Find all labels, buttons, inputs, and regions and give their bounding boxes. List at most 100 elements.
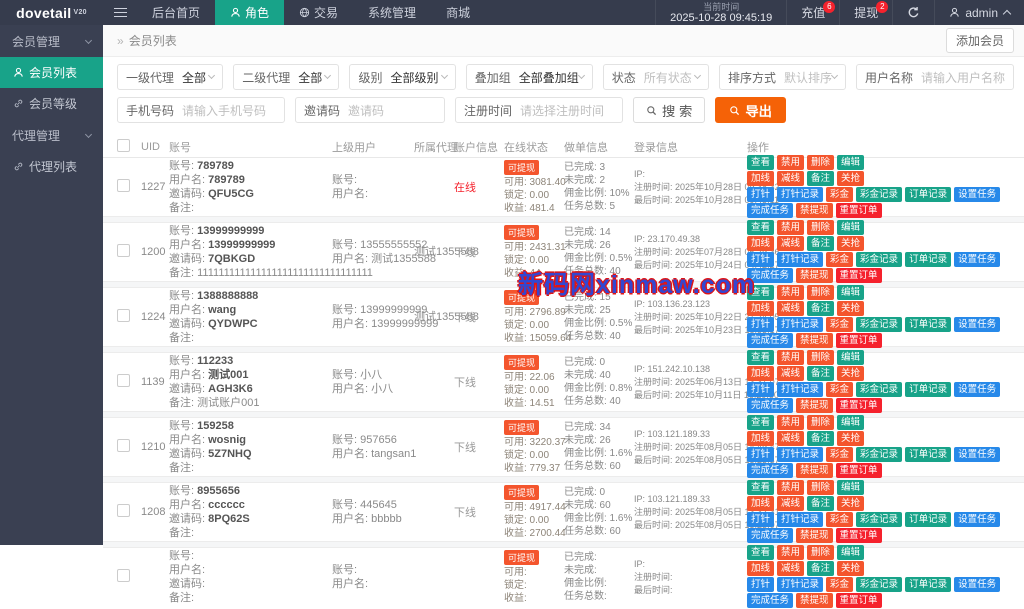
view-button[interactable]: 查看 bbox=[747, 350, 774, 365]
edit-button[interactable]: 编辑 bbox=[837, 285, 864, 300]
reset-order-button[interactable]: 重置订单 bbox=[836, 463, 882, 478]
inject-button[interactable]: 打针 bbox=[747, 317, 774, 332]
edit-button[interactable]: 编辑 bbox=[837, 155, 864, 170]
add-line-button[interactable]: 加线 bbox=[747, 366, 774, 381]
reg-time-input[interactable]: 注册时间请选择注册时间 bbox=[455, 97, 623, 123]
add-line-button[interactable]: 加线 bbox=[747, 301, 774, 316]
delete-button[interactable]: 删除 bbox=[807, 350, 834, 365]
inject-button[interactable]: 打针 bbox=[747, 187, 774, 202]
view-button[interactable]: 查看 bbox=[747, 545, 774, 560]
reset-order-button[interactable]: 重置订单 bbox=[836, 203, 882, 218]
menu-item-system[interactable]: 系统管理 bbox=[353, 0, 431, 25]
add-line-button[interactable]: 加线 bbox=[747, 236, 774, 251]
set-task-button[interactable]: 设置任务 bbox=[954, 447, 1000, 462]
inject-record-button[interactable]: 打针记录 bbox=[777, 187, 823, 202]
inject-button[interactable]: 打针 bbox=[747, 512, 774, 527]
menu-item-mall[interactable]: 商城 bbox=[431, 0, 485, 25]
reduce-line-button[interactable]: 减线 bbox=[777, 496, 804, 511]
bonus-button[interactable]: 彩金 bbox=[826, 187, 853, 202]
close-grab-button[interactable]: 关抢 bbox=[837, 171, 864, 186]
bonus-record-button[interactable]: 彩金记录 bbox=[856, 447, 902, 462]
row-checkbox[interactable] bbox=[117, 374, 130, 387]
reset-order-button[interactable]: 重置订单 bbox=[836, 333, 882, 348]
add-line-button[interactable]: 加线 bbox=[747, 171, 774, 186]
inject-record-button[interactable]: 打针记录 bbox=[777, 317, 823, 332]
remark-button[interactable]: 备注 bbox=[807, 301, 834, 316]
sidebar-group-header[interactable]: 会员管理 bbox=[0, 25, 103, 57]
close-grab-button[interactable]: 关抢 bbox=[837, 366, 864, 381]
view-button[interactable]: 查看 bbox=[747, 155, 774, 170]
close-grab-button[interactable]: 关抢 bbox=[837, 561, 864, 576]
hamburger-menu-icon[interactable] bbox=[103, 0, 137, 25]
bonus-button[interactable]: 彩金 bbox=[826, 252, 853, 267]
forbid-withdraw-button[interactable]: 禁提现 bbox=[796, 203, 833, 218]
disable-button[interactable]: 禁用 bbox=[777, 480, 804, 495]
order-record-button[interactable]: 订单记录 bbox=[905, 512, 951, 527]
delete-button[interactable]: 删除 bbox=[807, 220, 834, 235]
inject-button[interactable]: 打针 bbox=[747, 252, 774, 267]
username-input[interactable]: 用户名称请输入用户名称 bbox=[856, 64, 1014, 90]
forbid-withdraw-button[interactable]: 禁提现 bbox=[796, 463, 833, 478]
edit-button[interactable]: 编辑 bbox=[837, 415, 864, 430]
forbid-withdraw-button[interactable]: 禁提现 bbox=[796, 528, 833, 543]
remark-button[interactable]: 备注 bbox=[807, 496, 834, 511]
row-checkbox[interactable] bbox=[117, 504, 130, 517]
bonus-record-button[interactable]: 彩金记录 bbox=[856, 577, 902, 592]
remark-button[interactable]: 备注 bbox=[807, 366, 834, 381]
forbid-withdraw-button[interactable]: 禁提现 bbox=[796, 593, 833, 608]
bonus-record-button[interactable]: 彩金记录 bbox=[856, 187, 902, 202]
row-checkbox[interactable] bbox=[117, 179, 130, 192]
bonus-button[interactable]: 彩金 bbox=[826, 317, 853, 332]
inject-record-button[interactable]: 打针记录 bbox=[777, 382, 823, 397]
select-all-checkbox[interactable] bbox=[117, 139, 130, 152]
order-record-button[interactable]: 订单记录 bbox=[905, 447, 951, 462]
edit-button[interactable]: 编辑 bbox=[837, 220, 864, 235]
view-button[interactable]: 查看 bbox=[747, 220, 774, 235]
bonus-button[interactable]: 彩金 bbox=[826, 447, 853, 462]
search-button[interactable]: 搜 索 bbox=[633, 97, 705, 123]
delete-button[interactable]: 删除 bbox=[807, 415, 834, 430]
menu-item-trade[interactable]: 交易 bbox=[284, 0, 353, 25]
remark-button[interactable]: 备注 bbox=[807, 236, 834, 251]
set-task-button[interactable]: 设置任务 bbox=[954, 317, 1000, 332]
order-record-button[interactable]: 订单记录 bbox=[905, 317, 951, 332]
view-button[interactable]: 查看 bbox=[747, 415, 774, 430]
menu-item-home[interactable]: 后台首页 bbox=[137, 0, 215, 25]
inject-record-button[interactable]: 打针记录 bbox=[777, 577, 823, 592]
disable-button[interactable]: 禁用 bbox=[777, 285, 804, 300]
complete-task-button[interactable]: 完成任务 bbox=[747, 463, 793, 478]
order-record-button[interactable]: 订单记录 bbox=[905, 252, 951, 267]
view-button[interactable]: 查看 bbox=[747, 480, 774, 495]
user-menu[interactable]: admin bbox=[934, 0, 1024, 25]
level2-agent-select[interactable]: 二级代理全部 bbox=[233, 64, 339, 90]
complete-task-button[interactable]: 完成任务 bbox=[747, 593, 793, 608]
bonus-button[interactable]: 彩金 bbox=[826, 382, 853, 397]
reset-order-button[interactable]: 重置订单 bbox=[836, 268, 882, 283]
level1-agent-select[interactable]: 一级代理全部 bbox=[117, 64, 223, 90]
delete-button[interactable]: 删除 bbox=[807, 545, 834, 560]
set-task-button[interactable]: 设置任务 bbox=[954, 577, 1000, 592]
order-record-button[interactable]: 订单记录 bbox=[905, 187, 951, 202]
view-button[interactable]: 查看 bbox=[747, 285, 774, 300]
stack-group-select[interactable]: 叠加组全部叠加组 bbox=[466, 64, 593, 90]
close-grab-button[interactable]: 关抢 bbox=[837, 496, 864, 511]
reduce-line-button[interactable]: 减线 bbox=[777, 301, 804, 316]
inject-record-button[interactable]: 打针记录 bbox=[777, 252, 823, 267]
disable-button[interactable]: 禁用 bbox=[777, 220, 804, 235]
remark-button[interactable]: 备注 bbox=[807, 431, 834, 446]
inject-button[interactable]: 打针 bbox=[747, 577, 774, 592]
bonus-record-button[interactable]: 彩金记录 bbox=[856, 512, 902, 527]
sidebar-item-agent-list[interactable]: 代理列表 bbox=[0, 151, 103, 182]
bonus-button[interactable]: 彩金 bbox=[826, 577, 853, 592]
order-record-button[interactable]: 订单记录 bbox=[905, 577, 951, 592]
phone-input[interactable]: 手机号码请输入手机号码 bbox=[117, 97, 285, 123]
export-button[interactable]: 导出 bbox=[715, 97, 786, 123]
level-select[interactable]: 级别全部级别 bbox=[349, 64, 455, 90]
remark-button[interactable]: 备注 bbox=[807, 171, 834, 186]
reset-order-button[interactable]: 重置订单 bbox=[836, 593, 882, 608]
bonus-button[interactable]: 彩金 bbox=[826, 512, 853, 527]
add-member-button[interactable]: 添加会员 bbox=[946, 28, 1014, 53]
reduce-line-button[interactable]: 减线 bbox=[777, 171, 804, 186]
set-task-button[interactable]: 设置任务 bbox=[954, 382, 1000, 397]
add-line-button[interactable]: 加线 bbox=[747, 561, 774, 576]
